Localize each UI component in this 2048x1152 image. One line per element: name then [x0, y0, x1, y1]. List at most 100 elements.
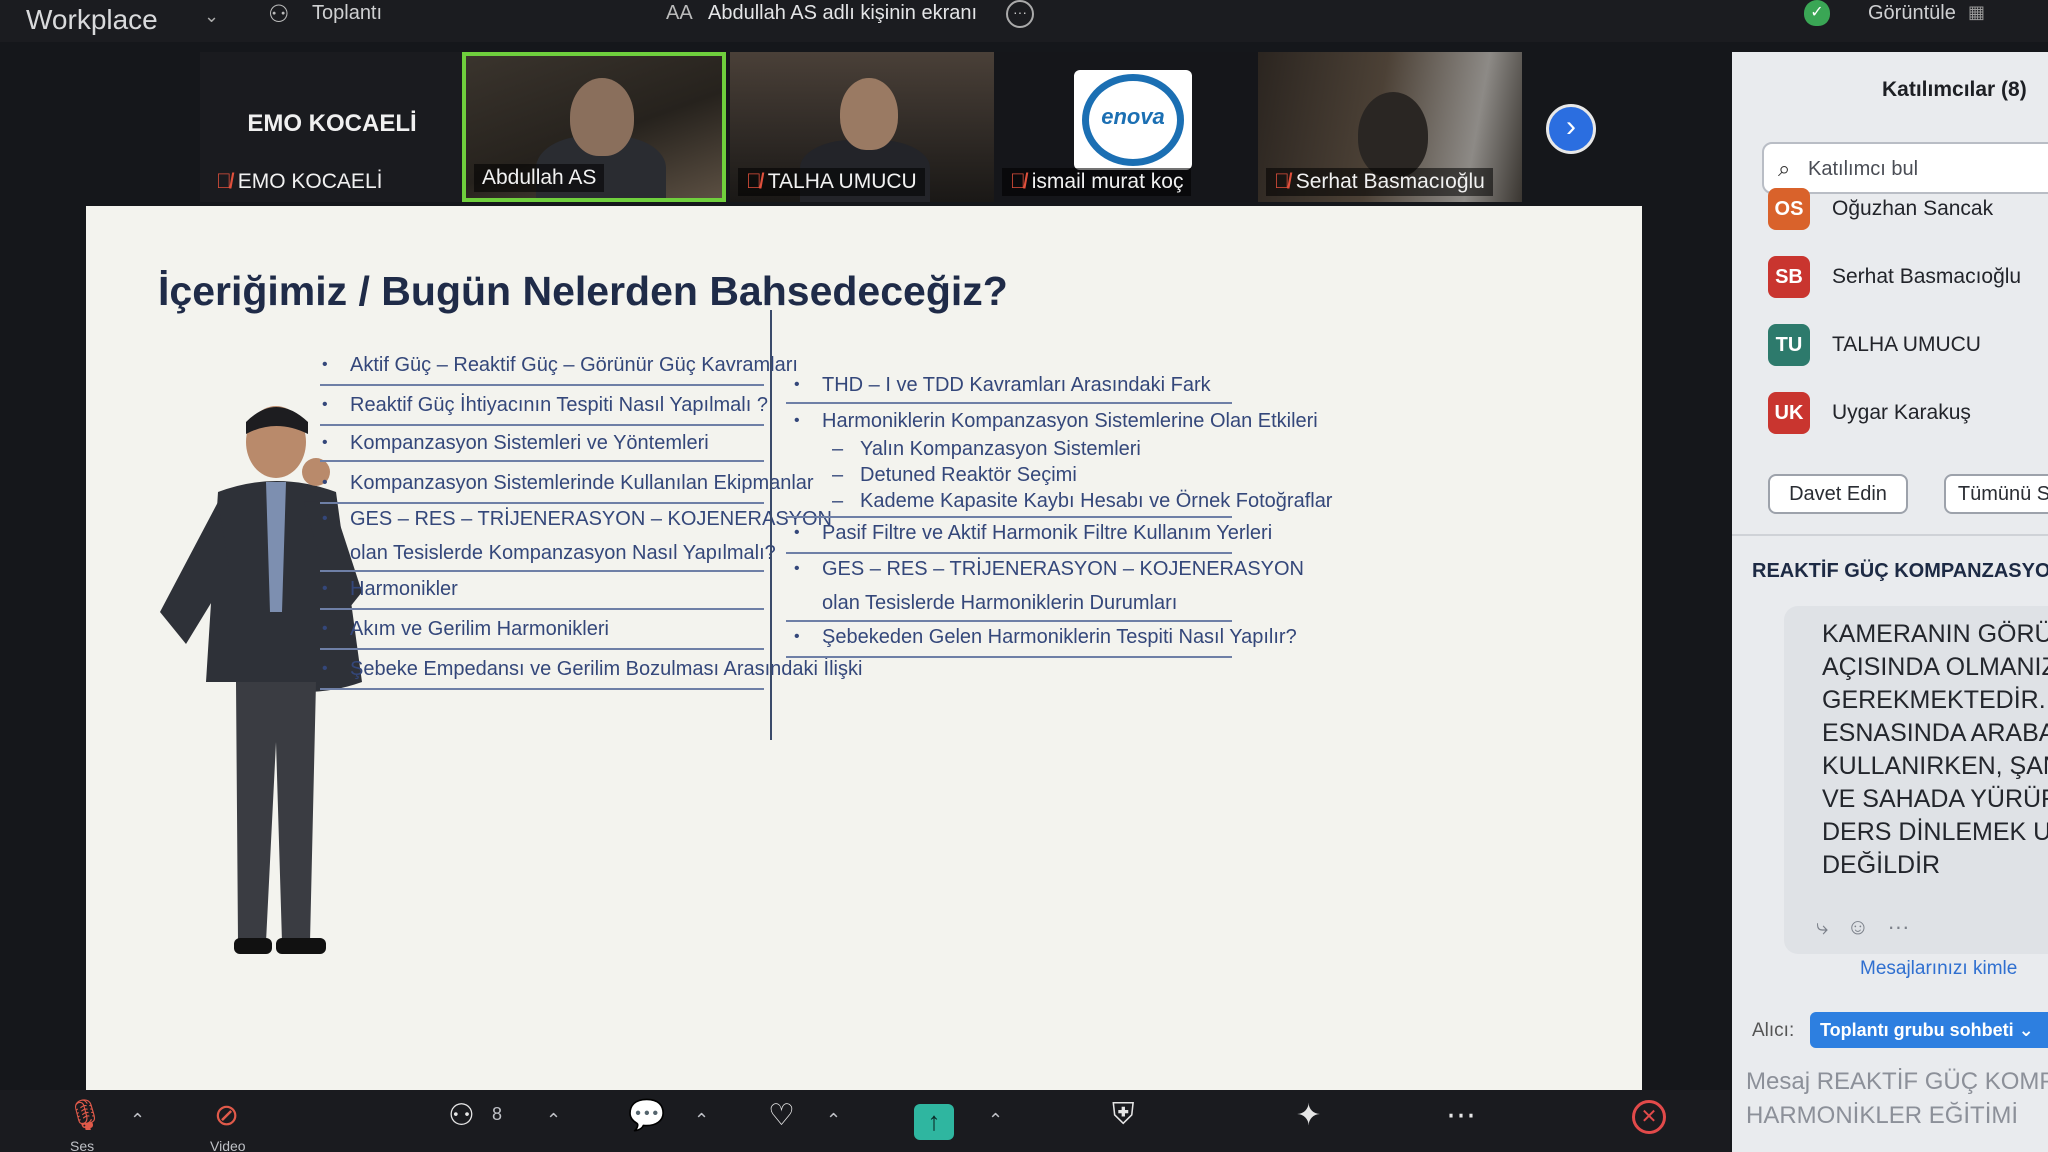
participant-row[interactable]: OS Oğuzhan Sancak — [1768, 188, 2048, 234]
avatar: OS — [1768, 188, 1810, 230]
bullet: • — [794, 376, 800, 393]
message-actions: ⤷ ☺ ··· — [1816, 914, 1909, 940]
share-screen-button[interactable]: ↑ — [914, 1104, 954, 1140]
divider — [1732, 534, 2048, 536]
more-options-icon[interactable]: ··· — [1006, 0, 1034, 28]
avatar: TU — [1768, 324, 1810, 366]
participant-name: Oğuzhan Sancak — [1832, 197, 1994, 220]
divider — [786, 620, 1232, 622]
divider — [320, 502, 764, 504]
chat-icon[interactable]: 💬 — [628, 1098, 665, 1133]
meeting-label[interactable]: Toplantı — [312, 2, 382, 25]
message-visibility-link[interactable]: Mesajlarınızı kimle — [1860, 958, 2017, 980]
agenda-subitem: Yalın Kompanzasyon Sistemleri — [860, 438, 1141, 460]
participant-search-input[interactable]: ⌕ Katılımcı bul — [1762, 142, 2048, 194]
enova-logo: enova — [1074, 70, 1192, 170]
agenda-item: THD – I ve TDD Kavramları Arasındaki Far… — [822, 374, 1211, 396]
tile-display-name: EMO KOCAELİ — [247, 110, 417, 137]
divider — [786, 402, 1232, 404]
tile-name-tag: 🎙̸ Serhat Basmacıoğlu — [1266, 168, 1493, 196]
muted-mic-icon: 🎙̸ — [1274, 170, 1290, 193]
security-shield-icon[interactable]: ⛨ — [1112, 1098, 1135, 1132]
more-icon[interactable]: ··· — [1887, 914, 1909, 939]
video-tile[interactable]: 🎙̸ Serhat Basmacıoğlu — [1258, 52, 1522, 202]
invite-button[interactable]: Davet Edin — [1768, 474, 1908, 514]
audio-options-chevron-icon[interactable]: ⌃ — [130, 1110, 145, 1131]
bullet: • — [794, 560, 800, 577]
grid-view-icon[interactable]: ▦ — [1968, 2, 1985, 23]
reply-icon[interactable]: ⤷ — [1816, 914, 1828, 939]
participants-icon[interactable]: ⚇ — [448, 1098, 475, 1133]
message-input-line: HARMONİKLER EĞİTİMİ — [1746, 1102, 2019, 1129]
bullet: • — [322, 396, 328, 413]
agenda-item: Pasif Filtre ve Aktif Harmonik Filtre Ku… — [822, 522, 1273, 544]
security-shield-icon[interactable]: ✓ — [1804, 0, 1830, 26]
chat-message-line: DEĞİLDİR — [1822, 851, 1941, 879]
mute-all-button[interactable]: Tümünü S — [1944, 474, 2048, 514]
agenda-subitem: Kademe Kapasite Kaybı Hesabı ve Örnek Fo… — [860, 490, 1333, 512]
participant-name: Uygar Karakuş — [1832, 401, 1971, 424]
video-tile[interactable]: 🎙̸ TALHA UMUCU — [730, 52, 994, 202]
leave-meeting-button[interactable]: ✕ — [1632, 1100, 1666, 1134]
participant-name: EMO KOCAELİ — [237, 170, 383, 193]
search-placeholder: Katılımcı bul — [1808, 158, 1919, 180]
divider — [320, 460, 764, 462]
ai-sparkle-icon[interactable]: ✦ — [1296, 1098, 1321, 1133]
bullet: • — [322, 660, 328, 677]
video-feed-person — [570, 78, 634, 156]
next-page-button[interactable]: › — [1546, 104, 1596, 154]
participant-name: TALHA UMUCU — [767, 170, 917, 193]
participant-row[interactable]: SB Serhat Basmacıoğlu — [1768, 256, 2048, 302]
chat-title: REAKTİF GÜÇ KOMPANZASYO — [1752, 560, 2048, 582]
video-off-icon[interactable]: ⊘ — [214, 1098, 239, 1133]
bullet: • — [322, 580, 328, 597]
top-bar: Workplace ⌄ ⚇ Toplantı AA Abdullah AS ad… — [0, 0, 2048, 42]
divider — [786, 552, 1232, 554]
chevron-down-icon[interactable]: ⌄ — [204, 6, 219, 27]
message-input-line: Mesaj REAKTİF GÜÇ KOMPA — [1746, 1068, 2048, 1095]
reactions-heart-icon[interactable]: ♡ — [768, 1098, 795, 1133]
more-options-icon[interactable]: ⋯ — [1446, 1098, 1476, 1133]
video-tile[interactable]: EMO KOCAELİ 🎙̸ EMO KOCAELİ — [200, 52, 464, 202]
agenda-item: Harmoniklerin Kompanzasyon Sistemlerine … — [822, 410, 1318, 432]
audio-label: Ses — [70, 1138, 95, 1152]
chat-message-line: DERS DİNLEMEK UY — [1822, 818, 2048, 846]
search-icon: ⌕ — [1778, 156, 1791, 181]
divider — [786, 656, 1232, 658]
mic-muted-icon[interactable]: 🎙 — [66, 1098, 104, 1133]
agenda-item: Akım ve Gerilim Harmonikleri — [350, 618, 609, 640]
participant-name: Serhat Basmacıoğlu — [1295, 170, 1485, 193]
slide-title: İçeriğimiz / Bugün Nelerden Bahsedeceğiz… — [158, 268, 1008, 314]
tile-name-tag: Abdullah AS — [474, 164, 605, 192]
video-tile-active[interactable]: Abdullah AS — [462, 52, 726, 202]
chat-message-line: AÇISINDA OLMANIZ — [1822, 653, 2048, 681]
chat-message-line: VE SAHADA YÜRÜRK — [1822, 785, 2048, 813]
divider — [320, 648, 764, 650]
chat-message-line: KULLANIRKEN, ŞANT — [1822, 752, 2048, 780]
emoji-icon[interactable]: ☺ — [1847, 914, 1869, 939]
share-chevron-icon[interactable]: ⌃ — [988, 1110, 1003, 1131]
reactions-chevron-icon[interactable]: ⌃ — [826, 1110, 841, 1131]
app-brand: Workplace — [26, 4, 158, 35]
chat-chevron-icon[interactable]: ⌃ — [694, 1110, 709, 1131]
participant-name: Abdullah AS — [482, 166, 597, 189]
recipient-label: Alıcı: — [1752, 1020, 1795, 1041]
view-button[interactable]: Görüntüle — [1868, 2, 1956, 25]
column-divider — [770, 310, 772, 740]
recipient-select[interactable]: Toplantı grubu sohbeti ⌄ — [1810, 1012, 2048, 1048]
people-icon: ⚇ — [268, 1, 290, 28]
video-tile[interactable]: enova 🎙̸ ismail murat koç — [994, 52, 1258, 202]
participant-name: Serhat Basmacıoğlu — [1832, 265, 2022, 288]
participant-row[interactable]: TU TALHA UMUCU — [1768, 324, 2048, 370]
agenda-item: Aktif Güç – Reaktif Güç – Görünür Güç Ka… — [350, 354, 798, 376]
chat-message-line: GEREKMEKTEDİR. DE — [1822, 686, 2048, 714]
participants-chevron-icon[interactable]: ⌃ — [546, 1110, 561, 1131]
agenda-item: Harmonikler — [350, 578, 458, 600]
participants-panel: Katılımcılar (8) ⌕ Katılımcı bul OS Oğuz… — [1732, 52, 2048, 1152]
meeting-toolbar: 🎙 ⌃ Ses ⊘ Video ⚇ 8 ⌃ 💬 ⌃ ♡ ⌃ ↑ ⌃ ⛨ ✦ ⋯ … — [0, 1090, 1730, 1152]
chat-message-line: KAMERANIN GÖRÜŞ — [1822, 620, 2048, 648]
participant-row[interactable]: UK Uygar Karakuş — [1768, 392, 2048, 438]
chat-message-input[interactable]: Mesaj REAKTİF GÜÇ KOMPA HARMONİKLER EĞİT… — [1746, 1068, 2048, 1152]
divider — [320, 608, 764, 610]
muted-mic-icon: 🎙̸ — [746, 170, 762, 193]
